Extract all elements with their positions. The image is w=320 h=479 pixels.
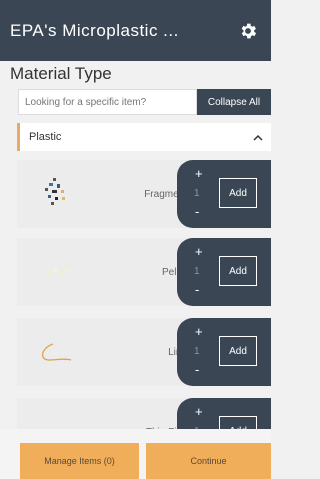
add-button[interactable]: Add [219,178,257,208]
chevron-up-icon[interactable] [249,128,267,146]
increment-button[interactable]: + [195,324,203,339]
decrement-button[interactable]: - [195,204,199,219]
decrement-button[interactable]: - [195,362,199,377]
continue-button[interactable]: Continue [146,443,271,479]
list-item: Pellet + 1 - Add [17,238,271,306]
pellet-icon [31,248,81,296]
collapse-all-button[interactable]: Collapse All [197,89,271,115]
add-button[interactable]: Add [219,256,257,286]
add-button[interactable]: Add [219,336,257,366]
quantity-value: 1 [194,188,200,199]
app-title: EPA's Microplastic ... [10,20,179,40]
line-icon [31,328,81,376]
decrement-button[interactable]: - [195,282,199,297]
material-type-heading: Material Type [10,64,112,83]
fragment-icon [31,170,81,218]
app-header: EPA's Microplastic ... [0,0,271,61]
quantity-panel: + 1 - Add [177,160,271,228]
increment-button[interactable]: + [195,166,203,181]
gear-icon[interactable] [237,20,259,42]
quantity-panel: + 1 - Add [177,238,271,306]
quantity-value: 1 [194,346,200,357]
manage-items-button[interactable]: Manage Items (0) [20,443,139,479]
search-row: Collapse All [18,89,271,115]
category-header-plastic[interactable]: Plastic [17,123,271,151]
increment-button[interactable]: + [195,244,203,259]
list-item: Fragment + 1 - Add [17,160,271,228]
quantity-value: 1 [194,266,200,277]
quantity-panel: + 1 - Add [177,318,271,386]
list-item: Line + 1 - Add [17,318,271,386]
search-input[interactable] [18,89,197,115]
category-label: Plastic [29,131,62,143]
increment-button[interactable]: + [195,404,203,419]
